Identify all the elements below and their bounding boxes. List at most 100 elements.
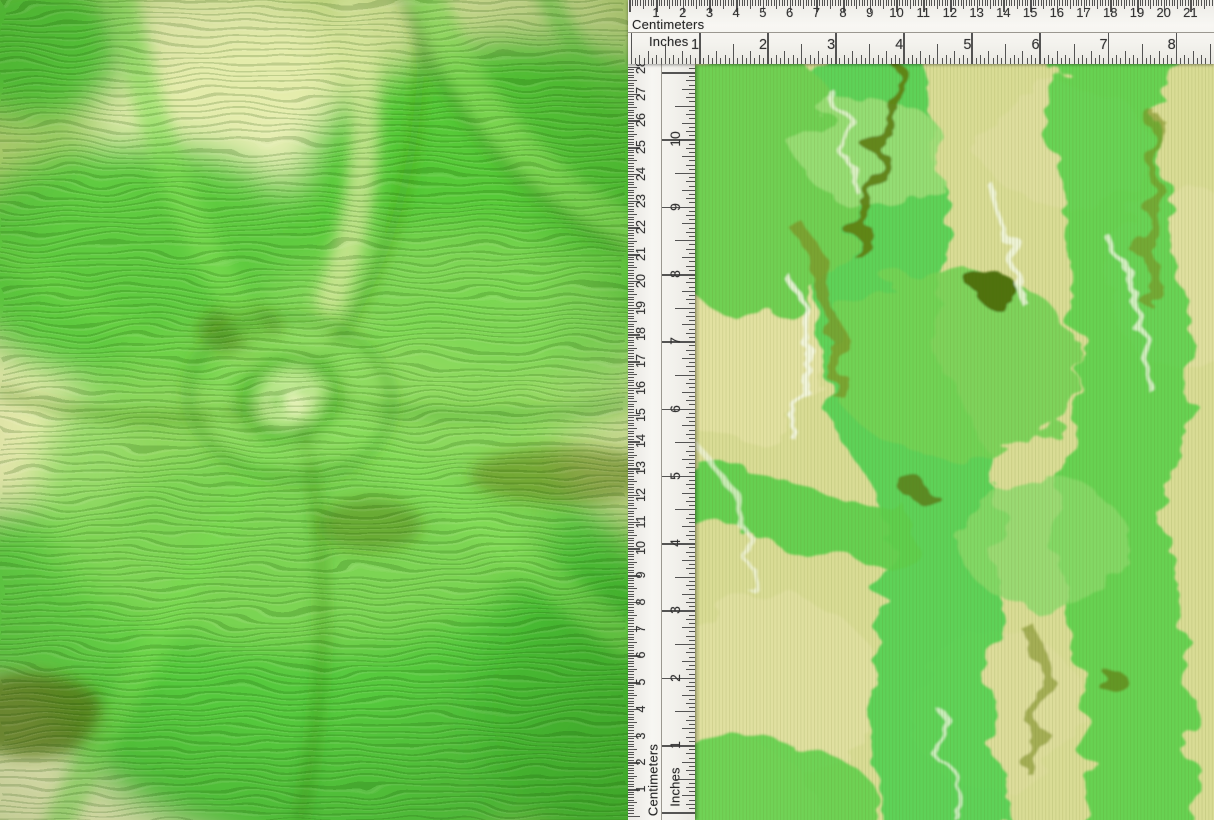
- inch-tick: [635, 58, 636, 64]
- inch-tick: [1091, 51, 1092, 64]
- inch-tick-vertical: [686, 114, 695, 115]
- inch-tick-vertical: [689, 640, 695, 641]
- inch-tick: [908, 58, 909, 64]
- inch-tick-vertical: [675, 106, 695, 107]
- inch-tick-vertical: [689, 573, 695, 574]
- inch-tick: [648, 51, 649, 64]
- inch-tick-vertical: [682, 560, 695, 561]
- inch-tick: [912, 55, 913, 64]
- inch-tick: [1167, 55, 1168, 64]
- inch-tick-vertical: [689, 800, 695, 801]
- inch-tick: [1154, 58, 1155, 64]
- inch-tick-vertical: [686, 652, 695, 653]
- inch-tick: [1120, 58, 1121, 64]
- inch-tick-vertical: [686, 417, 695, 418]
- inch-tick: [959, 58, 960, 64]
- inch-tick-vertical: [689, 337, 695, 338]
- inch-tick: [976, 58, 977, 64]
- inch-tick-vertical: [689, 547, 695, 548]
- inch-tick: [878, 55, 879, 64]
- inch-number: 6: [1024, 38, 1048, 53]
- inch-tick-vertical: [689, 488, 695, 489]
- inch-tick-vertical: [686, 165, 695, 166]
- inch-tick: [1210, 44, 1211, 64]
- inch-tick-vertical: [675, 509, 695, 510]
- inch-tick: [1065, 55, 1066, 64]
- fabric-product-photo: Centimeters 1234567891011121314151617181…: [0, 0, 1214, 820]
- inch-tick-vertical: [686, 467, 695, 468]
- inch-tick: [1010, 58, 1011, 64]
- inch-tick: [827, 55, 828, 64]
- inch-tick-vertical: [689, 539, 695, 540]
- fabric-flat-art: [695, 64, 1214, 820]
- inch-tick: [810, 55, 811, 64]
- inch-tick: [925, 58, 926, 64]
- inch-tick-vertical: [689, 160, 695, 161]
- inch-tick-vertical: [689, 379, 695, 380]
- inch-tick-vertical: [686, 249, 695, 250]
- inch-tick: [742, 55, 743, 64]
- inch-tick-vertical: [689, 253, 695, 254]
- horizontal-inch-scale: Inches 12345678: [628, 0, 1214, 64]
- inch-tick: [946, 55, 947, 64]
- inch-tick: [737, 58, 738, 64]
- inch-tick: [1027, 58, 1028, 64]
- inch-tick-vertical: [682, 526, 695, 527]
- inch-tick-vertical: [689, 396, 695, 397]
- inch-tick-vertical: [689, 177, 695, 178]
- inch-tick-vertical: [662, 812, 696, 814]
- inch-tick-vertical: [689, 472, 695, 473]
- inch-tick-vertical: [675, 240, 695, 241]
- inch-tick: [1188, 58, 1189, 64]
- inch-tick-vertical: [689, 295, 695, 296]
- inch-number: 5: [955, 38, 979, 53]
- horizontal-ruler: Centimeters 1234567891011121314151617181…: [628, 0, 1214, 64]
- inch-tick-vertical: [675, 308, 695, 309]
- inch-tick-vertical: [689, 514, 695, 515]
- inch-number: 2: [751, 38, 775, 53]
- fabric-swirl-photo: [0, 0, 628, 820]
- inch-tick: [1074, 44, 1075, 64]
- inch-tick: [1031, 55, 1032, 64]
- inch-tick-vertical: [689, 211, 695, 212]
- vertical-ruler: Centimeters 2827262524232221201918171615…: [628, 64, 695, 820]
- inch-tick: [776, 55, 777, 64]
- inch-tick-vertical: [686, 585, 695, 586]
- inch-tick: [801, 44, 802, 64]
- inch-tick: [708, 55, 709, 64]
- inch-tick-vertical: [689, 303, 695, 304]
- inch-tick: [980, 55, 981, 64]
- inch-tick-vertical: [686, 350, 695, 351]
- inch-tick: [954, 51, 955, 64]
- inch-number-vertical: 2: [668, 674, 682, 682]
- inch-tick: [967, 58, 968, 64]
- inch-tick-vertical: [689, 808, 695, 809]
- inch-tick-vertical: [682, 190, 695, 191]
- inch-tick-vertical: [682, 358, 695, 359]
- inch-tick-vertical: [689, 261, 695, 262]
- inch-tick: [797, 58, 798, 64]
- inch-tick-vertical: [686, 669, 695, 670]
- inch-tick-vertical: [686, 97, 695, 98]
- inch-tick-vertical: [689, 623, 695, 624]
- inch-tick: [1052, 58, 1053, 64]
- inch-tick: [1082, 55, 1083, 64]
- inch-tick-vertical: [686, 703, 695, 704]
- inch-tick-vertical: [689, 135, 695, 136]
- inch-tick-vertical: [682, 324, 695, 325]
- inch-tick-vertical: [675, 711, 695, 712]
- inch-tick-vertical: [686, 316, 695, 317]
- inch-tick: [1125, 51, 1126, 64]
- inch-tick-vertical: [682, 594, 695, 595]
- inch-tick-vertical: [689, 93, 695, 94]
- inch-tick-vertical: [689, 581, 695, 582]
- inch-tick-vertical: [682, 762, 695, 763]
- inch-tick: [1137, 58, 1138, 64]
- inch-tick-vertical: [689, 657, 695, 658]
- inch-tick: [788, 58, 789, 64]
- inch-tick: [814, 58, 815, 64]
- inch-tick: [678, 58, 679, 64]
- inch-tick-vertical: [689, 505, 695, 506]
- inch-tick-vertical: [689, 749, 695, 750]
- inch-tick-vertical: [686, 282, 695, 283]
